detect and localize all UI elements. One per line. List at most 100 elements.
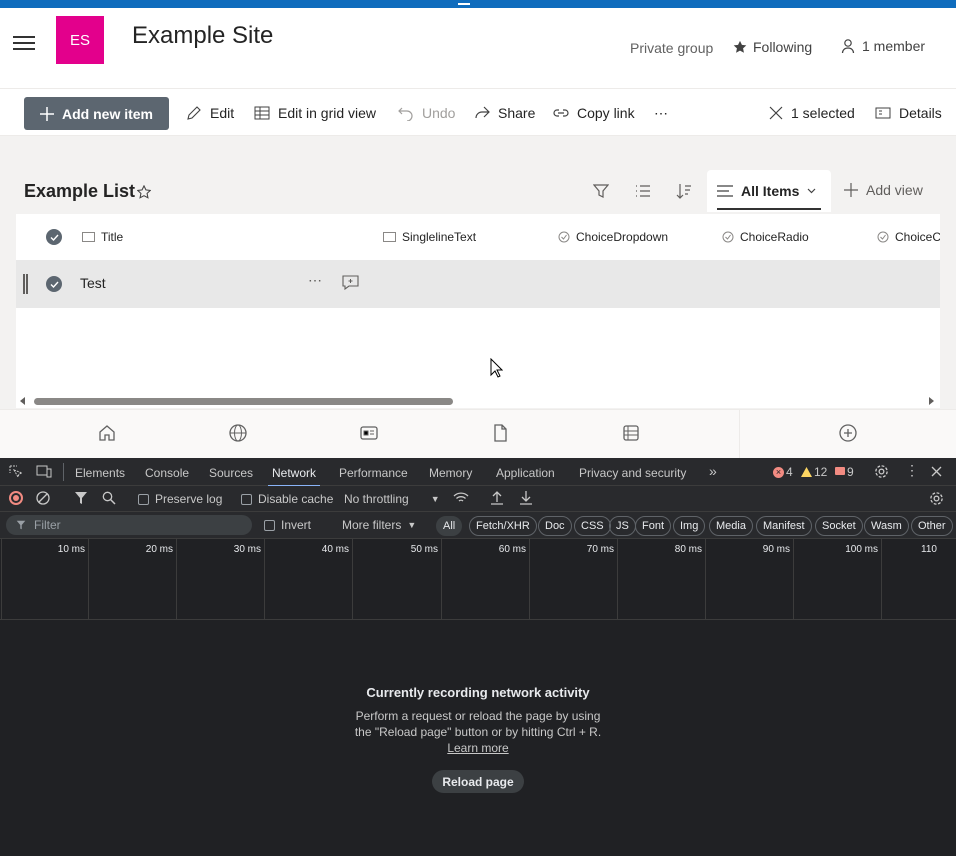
preserve-log-checkbox[interactable]: Preserve log	[138, 492, 222, 506]
throttling-select[interactable]: No throttling ▼	[344, 492, 440, 506]
more-filters-dropdown[interactable]: More filters ▼	[342, 518, 416, 532]
scrollbar-thumb[interactable]	[34, 398, 453, 405]
column-header-choicec[interactable]: ChoiceC	[877, 230, 940, 244]
copy-link-button[interactable]: Copy link	[553, 96, 635, 130]
download-icon[interactable]	[519, 490, 533, 506]
column-header-singlelinetext[interactable]: SinglelineText	[383, 230, 476, 244]
tab-application[interactable]: Application	[496, 466, 555, 480]
share-button[interactable]: Share	[474, 96, 535, 130]
device-toolbar-icon[interactable]	[36, 465, 52, 479]
filter-type-wasm[interactable]: Wasm	[864, 516, 909, 536]
members-button[interactable]: 1 member	[840, 38, 925, 54]
invert-box[interactable]	[264, 519, 275, 531]
filter-type-socket[interactable]: Socket	[815, 516, 863, 536]
filter-icon[interactable]	[593, 183, 609, 199]
filter-input[interactable]: Filter	[6, 515, 252, 535]
row-title-link[interactable]: Test	[80, 275, 106, 291]
issues-badge[interactable]: 9	[835, 465, 854, 479]
edit-grid-view-button[interactable]: Edit in grid view	[254, 96, 376, 130]
disable-cache-box[interactable]	[241, 493, 252, 505]
person-icon	[841, 39, 855, 54]
column-header-choicedropdown[interactable]: ChoiceDropdown	[558, 230, 668, 244]
timeline-gridline	[529, 539, 530, 619]
drag-handle-icon[interactable]	[23, 274, 28, 294]
filter-type-doc[interactable]: Doc	[538, 516, 572, 536]
globe-icon[interactable]	[228, 423, 248, 443]
news-icon[interactable]	[359, 423, 379, 443]
warnings-badge[interactable]: 12	[801, 465, 827, 479]
column-header-choiceradio[interactable]: ChoiceRadio	[722, 230, 809, 244]
checkmark-icon	[50, 281, 59, 288]
filter-type-js[interactable]: JS	[609, 516, 636, 536]
disable-cache-checkbox[interactable]: Disable cache	[241, 492, 333, 506]
filter-type-css[interactable]: CSS	[574, 516, 611, 536]
close-devtools-icon[interactable]	[931, 466, 942, 477]
create-plus-icon[interactable]	[838, 423, 858, 443]
network-settings-gear-icon[interactable]	[929, 491, 944, 506]
sort-icon[interactable]	[676, 183, 692, 199]
learn-more-link[interactable]: Learn more	[447, 741, 508, 755]
undo-button[interactable]: Undo	[398, 96, 455, 130]
home-icon[interactable]	[97, 423, 117, 443]
more-commands-button[interactable]: ⋯	[654, 96, 668, 130]
site-title[interactable]: Example Site	[132, 22, 273, 50]
filter-type-other[interactable]: Other	[911, 516, 953, 536]
clear-selection-button[interactable]: 1 selected	[769, 96, 855, 130]
filter-type-img[interactable]: Img	[673, 516, 706, 536]
row-select-check[interactable]	[46, 276, 62, 292]
column-header-title[interactable]: Title	[82, 230, 123, 244]
network-conditions-icon[interactable]	[453, 491, 469, 505]
select-all-check[interactable]	[46, 229, 62, 245]
table-row[interactable]: Test ⋯	[16, 260, 940, 308]
settings-gear-icon[interactable]	[874, 464, 889, 479]
copy-link-label: Copy link	[577, 105, 635, 121]
favorite-star-icon[interactable]	[137, 185, 151, 199]
site-logo[interactable]: ES	[56, 16, 104, 64]
reload-page-button[interactable]: Reload page	[432, 770, 524, 793]
group-by-icon[interactable]	[635, 183, 651, 199]
tab-privacy-security[interactable]: Privacy and security	[579, 466, 686, 480]
preserve-log-box[interactable]	[138, 493, 149, 505]
following-button[interactable]: Following	[733, 39, 812, 55]
tab-performance[interactable]: Performance	[339, 466, 408, 480]
edit-button[interactable]: Edit	[186, 96, 234, 130]
clear-icon[interactable]	[36, 491, 50, 505]
add-view-button[interactable]: Add view	[844, 182, 923, 198]
timeline-gridline	[88, 539, 89, 619]
tab-memory[interactable]: Memory	[429, 466, 472, 480]
filter-type-all[interactable]: All	[436, 516, 463, 536]
invert-checkbox[interactable]: Invert	[264, 518, 311, 532]
filter-funnel-icon[interactable]	[74, 491, 88, 505]
more-tabs-chevron-icon[interactable]: »	[709, 463, 717, 479]
comment-icon[interactable]	[342, 275, 359, 290]
close-icon	[769, 106, 783, 120]
recording-body-text: Perform a request or reload the page by …	[354, 709, 602, 739]
row-more-actions-icon[interactable]: ⋯	[308, 272, 323, 289]
tab-sources[interactable]: Sources	[209, 466, 253, 480]
record-stop-icon[interactable]	[9, 491, 23, 505]
upload-icon[interactable]	[490, 490, 504, 506]
scroll-left-arrow-icon[interactable]	[20, 397, 26, 405]
add-new-item-button[interactable]: Add new item	[24, 97, 169, 130]
list-title[interactable]: Example List	[24, 181, 135, 202]
tab-console[interactable]: Console	[145, 466, 189, 480]
search-icon[interactable]	[102, 491, 116, 505]
view-all-items[interactable]: All Items	[707, 170, 831, 212]
info-panel-icon	[875, 107, 891, 119]
tab-elements[interactable]: Elements	[75, 466, 125, 480]
errors-badge[interactable]: × 4	[773, 465, 793, 479]
details-button[interactable]: Details	[875, 96, 942, 130]
customize-menu-icon[interactable]: ⋮	[905, 462, 919, 479]
scroll-right-arrow-icon[interactable]	[928, 397, 934, 405]
tab-network[interactable]: Network	[267, 466, 321, 487]
inspect-element-icon[interactable]	[9, 465, 23, 479]
filter-type-manifest[interactable]: Manifest	[756, 516, 812, 536]
filter-type-fetch-xhr[interactable]: Fetch/XHR	[469, 516, 537, 536]
hamburger-menu-icon[interactable]	[13, 36, 35, 50]
filter-type-media[interactable]: Media	[709, 516, 753, 536]
document-icon[interactable]	[490, 423, 510, 443]
filter-type-font[interactable]: Font	[635, 516, 672, 536]
undo-label: Undo	[422, 105, 456, 121]
window-grip-icon[interactable]	[458, 3, 470, 5]
list-icon[interactable]	[621, 423, 641, 443]
